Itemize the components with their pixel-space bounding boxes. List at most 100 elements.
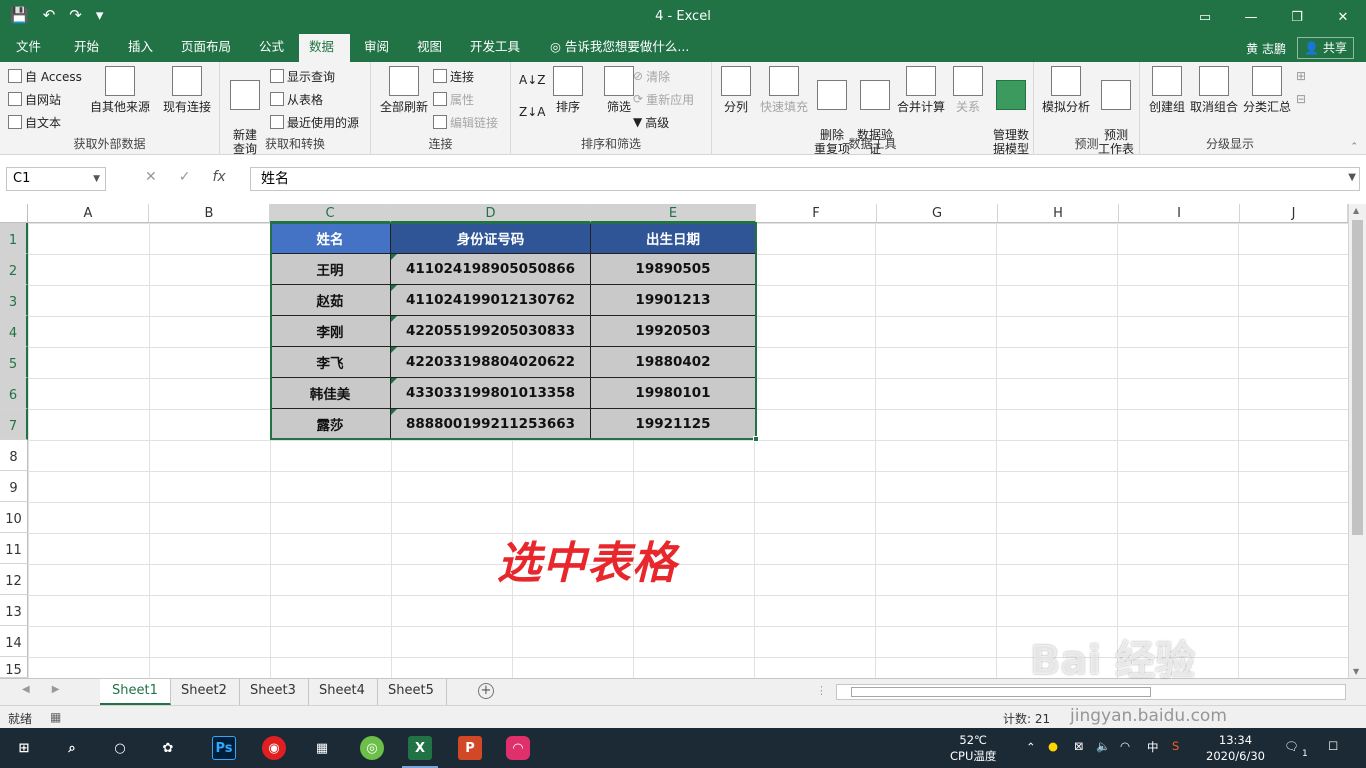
from-access-button[interactable]: 自 Access [8, 66, 82, 86]
from-other-sources-button[interactable]: 自其他来源 [88, 66, 152, 114]
column-header-h[interactable]: H [998, 204, 1119, 223]
row-header-11[interactable]: 11 [0, 533, 28, 564]
column-header-f[interactable]: F [756, 204, 877, 223]
table-cell[interactable]: 19920503 [591, 316, 756, 347]
add-sheet-icon[interactable]: + [478, 683, 494, 699]
powerpoint-icon[interactable]: P [458, 736, 482, 760]
column-header-a[interactable]: A [28, 204, 149, 223]
table-cell[interactable]: 露莎 [270, 409, 391, 440]
netease-music-icon[interactable]: ◉ [262, 736, 286, 760]
restore-icon[interactable]: ❐ [1274, 0, 1320, 34]
table-cell[interactable]: 422055199205030833 [391, 316, 591, 347]
horizontal-scroll-thumb[interactable] [851, 687, 1151, 697]
row-header-6[interactable]: 6 [0, 378, 28, 409]
volume-icon[interactable]: 🔈 [1096, 738, 1110, 754]
row-header-1[interactable]: 1 [0, 223, 28, 254]
tab-page-layout[interactable]: 页面布局 [171, 34, 241, 62]
chevron-down-icon[interactable]: ▼ [93, 168, 100, 190]
column-header-g[interactable]: G [877, 204, 998, 223]
ungroup-button[interactable]: 取消组合 [1188, 66, 1240, 114]
cancel-icon[interactable]: ✕ [145, 169, 157, 185]
column-header-b[interactable]: B [149, 204, 270, 223]
action-center-icon[interactable]: 🗨 [1284, 738, 1299, 754]
input-method[interactable]: 中 [1147, 739, 1159, 755]
table-cell[interactable]: 李飞 [270, 347, 391, 378]
group-button[interactable]: 创建组 [1142, 66, 1192, 114]
relationships-button[interactable]: 关系 [948, 66, 988, 114]
tell-me-box[interactable]: ◎ 告诉我您想要做什么... [540, 34, 699, 62]
formula-input[interactable]: 姓名 [250, 167, 1360, 191]
enter-icon[interactable]: ✓ [179, 169, 191, 185]
column-header-j[interactable]: J [1240, 204, 1348, 223]
table-cell[interactable]: 19890505 [591, 254, 756, 285]
show-queries-button[interactable]: 显示查询 [270, 66, 335, 86]
row-header-15[interactable]: 15 [0, 657, 28, 678]
sheet-tab-sheet1[interactable]: Sheet1 [100, 679, 171, 705]
column-header-d[interactable]: D [391, 204, 591, 223]
tab-data[interactable]: 数据 [299, 34, 350, 62]
row-header-7[interactable]: 7 [0, 409, 28, 440]
scroll-down-icon[interactable]: ▼ [1353, 667, 1359, 676]
flash-fill-button[interactable]: 快速填充 [758, 66, 810, 114]
vertical-scroll-thumb[interactable] [1352, 220, 1363, 535]
row-header-5[interactable]: 5 [0, 347, 28, 378]
text-to-columns-button[interactable]: 分列 [712, 66, 760, 114]
row-header-12[interactable]: 12 [0, 564, 28, 595]
sogou-icon[interactable]: S [1172, 738, 1179, 754]
sheet-tab-sheet5[interactable]: Sheet5 [376, 679, 447, 705]
from-text-button[interactable]: 自文本 [8, 112, 61, 132]
photoshop-icon[interactable]: Ps [212, 736, 236, 760]
reapply-button[interactable]: ⟳ 重新应用 [633, 89, 694, 109]
table-header-cell[interactable]: 身份证号码 [391, 223, 591, 254]
row-header-2[interactable]: 2 [0, 254, 28, 285]
cpu-temp[interactable]: 52℃ CPU温度 [950, 732, 996, 764]
column-header-e[interactable]: E [591, 204, 756, 223]
table-cell[interactable]: 888800199211253663 [391, 409, 591, 440]
task-view-icon[interactable]: ○ [108, 736, 132, 760]
table-cell[interactable]: 韩佳美 [270, 378, 391, 409]
consolidate-button[interactable]: 合并计算 [896, 66, 946, 114]
properties-button[interactable]: 属性 [433, 89, 474, 109]
table-cell[interactable]: 19880402 [591, 347, 756, 378]
minimize-icon[interactable]: — [1228, 0, 1274, 34]
tab-insert[interactable]: 插入 [118, 34, 163, 62]
tab-split-icon[interactable]: ⋮ [816, 684, 827, 697]
tray-app-icon[interactable]: ● [1048, 738, 1058, 754]
sheet-next-icon[interactable]: ▶ [52, 684, 60, 695]
table-cell[interactable]: 411024199012130762 [391, 285, 591, 316]
user-name[interactable]: 黄 志鹏 [1246, 40, 1286, 57]
edit-links-button[interactable]: 编辑链接 [433, 112, 498, 132]
table-cell[interactable]: 422033198804020622 [391, 347, 591, 378]
show-hidden-icons-icon[interactable]: ⌃ [1026, 739, 1036, 755]
select-all-corner[interactable] [0, 204, 28, 223]
close-icon[interactable]: ✕ [1320, 0, 1366, 34]
table-cell[interactable]: 李刚 [270, 316, 391, 347]
ribbon-display-icon[interactable]: ▭ [1182, 0, 1228, 34]
search-icon[interactable]: ⌕ [60, 736, 84, 760]
name-box[interactable]: C1 ▼ [6, 167, 106, 191]
show-detail-button[interactable]: ⊞ [1296, 66, 1306, 86]
chat-icon[interactable]: ☐ [1328, 738, 1338, 754]
insert-function-icon[interactable]: fx [212, 169, 225, 185]
vertical-scrollbar[interactable]: ▲ ▼ [1348, 204, 1366, 678]
clear-filter-button[interactable]: ⊘ 清除 [633, 66, 670, 86]
table-cell[interactable]: 433033199801013358 [391, 378, 591, 409]
table-cell[interactable]: 王明 [270, 254, 391, 285]
sheet-prev-icon[interactable]: ◀ [22, 684, 30, 695]
row-header-13[interactable]: 13 [0, 595, 28, 626]
expand-formula-icon[interactable]: ▼ [1348, 172, 1356, 183]
table-header-cell[interactable]: 姓名 [270, 223, 391, 254]
hide-detail-button[interactable]: ⊟ [1296, 89, 1306, 109]
recent-sources-button[interactable]: 最近使用的源 [270, 112, 359, 132]
table-cell[interactable]: 赵茹 [270, 285, 391, 316]
pinwheel-app-icon[interactable]: ✿ [156, 736, 180, 760]
tab-developer[interactable]: 开发工具 [460, 34, 530, 62]
existing-connections-button[interactable]: 现有连接 [158, 66, 216, 114]
tab-review[interactable]: 审阅 [354, 34, 399, 62]
tab-view[interactable]: 视图 [407, 34, 452, 62]
calculator-icon[interactable]: ▦ [310, 736, 334, 760]
row-header-9[interactable]: 9 [0, 471, 28, 502]
row-header-4[interactable]: 4 [0, 316, 28, 347]
row-header-8[interactable]: 8 [0, 440, 28, 471]
subtotal-button[interactable]: 分类汇总 [1240, 66, 1294, 114]
